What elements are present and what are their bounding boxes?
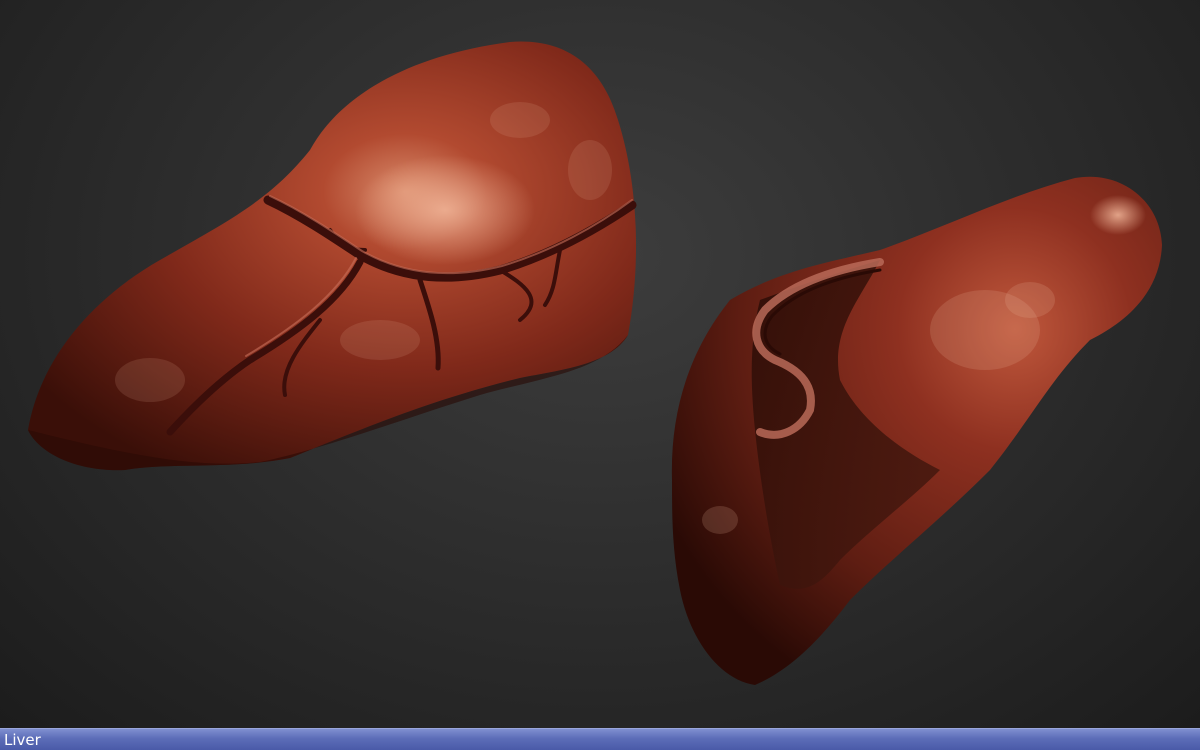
viewport-canvas[interactable] xyxy=(0,0,1200,728)
3d-viewport[interactable] xyxy=(0,0,1200,728)
liver-back-highlight xyxy=(1090,195,1146,235)
liver-model-back[interactable] xyxy=(671,176,1162,685)
status-bar-label: Liver xyxy=(4,731,41,749)
liver-front-highlight xyxy=(355,155,535,265)
liver-model-front[interactable] xyxy=(28,41,637,471)
liver-back-body xyxy=(671,176,1162,685)
status-bar: Liver xyxy=(0,728,1200,750)
